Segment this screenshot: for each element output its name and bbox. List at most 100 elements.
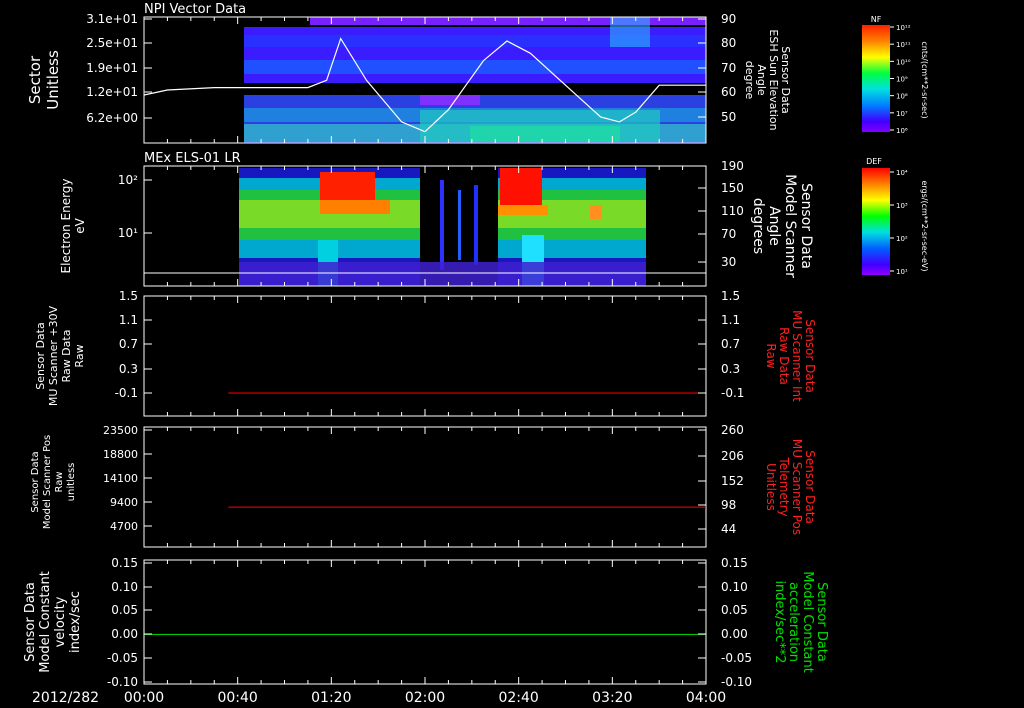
panel3-right-tick-label: 1.1	[721, 313, 740, 327]
panel1-left-tick-label: 2.5e+01	[86, 36, 138, 50]
panel3-left-tick-label: 0.3	[119, 362, 138, 376]
panel3-time-ticks	[143, 296, 707, 416]
panel4-ylabel-2: Model Scanner Pos	[42, 435, 53, 529]
panel4-ylabel-4: unitless	[66, 463, 77, 502]
panel2-right-label-4: degrees	[750, 198, 766, 254]
defticks-tick-label: 10⁴	[896, 169, 908, 177]
panel2-right-tick-label: 190	[721, 159, 744, 173]
panel1-right-tick-label: 70	[721, 61, 736, 75]
panel3-right-tick-label: -0.1	[721, 386, 744, 400]
time-axis-label: 01:20	[311, 690, 351, 706]
panel4-left-tick-label: 23500	[103, 424, 138, 437]
nf-colorbar-unit: cnts/(cm**2-sr-sec)	[920, 41, 929, 118]
panel1-right-tick-label: 50	[721, 110, 736, 124]
panel5-right-tick-label: -0.05	[721, 651, 752, 665]
panel1-ylabel-1: Sector	[26, 55, 44, 104]
panel5-time-ticks	[143, 560, 707, 684]
panel3-ylabel-4: Raw	[73, 344, 86, 367]
panel2-right-ticks: 190 150 110 70 30	[698, 159, 744, 269]
panel5-frame	[143, 559, 707, 685]
panel5-right-tick-label: 0.10	[721, 580, 748, 594]
panel4-ylabel-3: Raw	[54, 471, 65, 492]
panel2-heat-orange-1	[320, 200, 390, 214]
panel2-heat-orange-3	[590, 205, 602, 219]
panel5-left-tick-label: 0.05	[111, 603, 138, 617]
plot-canvas: NPI Vector Data 3.1e+01 2.5e+01 1.9e+01 1.2…	[23, 2, 929, 706]
panel5-right-label-1: Sensor Data	[814, 582, 829, 662]
panel5-ylabel-1: Sensor Data	[23, 582, 38, 662]
panel3-frame	[143, 295, 707, 417]
nfticks-tick-label: 10⁹	[896, 76, 908, 84]
panel3-left-tick-label: 0.7	[119, 337, 138, 351]
panel1-heat-gap	[244, 83, 706, 93]
panel5-ylabel-4: index/sec	[68, 591, 83, 653]
panel1-heat-teal-top	[610, 17, 650, 47]
panel1-left-tick-label: 1.2e+01	[86, 85, 138, 99]
panel2-right-tick-label: 30	[721, 255, 736, 269]
panel4-right-label-1: Sensor Data	[803, 450, 817, 524]
panel2-right-tick-label: 110	[721, 204, 744, 218]
nfticks-tick-label: 10⁸	[896, 93, 908, 101]
panel1-right-tick-label: 60	[721, 85, 736, 99]
panel-els: MEx ELS-01 LR 10² 10¹ 190 150 110 70 30 Elect…	[59, 151, 814, 287]
panel5-left-tick-label: -0.10	[107, 675, 138, 689]
nfticks-tick-label: 10¹⁰	[896, 58, 911, 66]
panel2-heat-orange-2	[498, 205, 548, 215]
panel5-ylabel-2: Model Constant	[38, 571, 53, 673]
panel4-right-tick-label: 98	[721, 498, 736, 512]
nfticks-tick-label: 10⁷	[896, 110, 908, 118]
panel4-left-tick-label: 18800	[103, 448, 138, 461]
panel-npi: NPI Vector Data 3.1e+01 2.5e+01 1.9e+01 1.2…	[26, 2, 792, 144]
panel4-left-ticks: 23500 18800 14100 9400 4700	[103, 424, 152, 533]
panel2-ylabel-1: Electron Energy	[59, 178, 73, 273]
panel-mu-voltage: 1.5 1.1 0.7 0.3 -0.1 1.5 1.1 0.7 0.3 -0.1 Sensor…	[34, 289, 817, 417]
panel3-right-tick-label: 0.3	[721, 362, 740, 376]
panel-scanner-pos: 23500 18800 14100 9400 4700 260 206 152 98 44 Se…	[30, 423, 817, 548]
panel5-right-tick-label: -0.10	[721, 675, 752, 689]
panel5-right-tick-label: 0.05	[721, 603, 748, 617]
panel5-right-tick-label: 0.15	[721, 556, 748, 570]
defticks-tick-label: 10²	[896, 235, 908, 243]
panel4-ylabel-1: Sensor Data	[30, 451, 41, 512]
panel3-left-tick-label: 1.5	[119, 289, 138, 303]
panel2-title: MEx ELS-01 LR	[144, 151, 241, 166]
panel1-left-tick-label: 3.1e+01	[86, 12, 138, 26]
panel2-left-tick-label: 10¹	[118, 226, 138, 240]
panel2-right-label-2: Model Scanner	[782, 174, 798, 278]
def-colorbar-ticks: 10⁴ 10³ 10² 10¹	[890, 169, 908, 276]
panel3-right-label-1: Sensor Data	[803, 319, 817, 393]
panel4-right-label-3: Telemetry	[777, 456, 791, 516]
nf-colorbar-gradient	[862, 25, 890, 132]
panel1-title: NPI Vector Data	[144, 2, 246, 17]
time-axis-labels: 00:00 00:40 01:20 02:00 02:40 03:20 04:00	[124, 690, 726, 706]
nf-colorbar-ticks: 10¹² 10¹¹ 10¹⁰ 10⁹ 10⁸ 10⁷ 10⁶	[890, 24, 911, 135]
panel4-right-label-4: Unitless	[764, 463, 778, 511]
panel2-heat-purple-bottom	[239, 262, 646, 286]
panel4-frame	[143, 426, 707, 548]
panel3-ylabel-3: Raw Data	[60, 330, 73, 383]
panel1-heat-purple-lower	[420, 95, 480, 105]
panel5-right-label-3: acceleration	[786, 582, 801, 662]
panel2-right-label-3: Angle	[766, 206, 782, 246]
panel5-left-ticks: 0.15 0.10 0.05 0.00 -0.05 -0.10	[107, 556, 152, 689]
defticks-tick-label: 10¹	[896, 268, 908, 276]
panel4-right-tick-label: 260	[721, 423, 744, 437]
panel2-heat-gap-streak3	[474, 185, 478, 265]
panel5-right-tick-label: 0.00	[721, 627, 748, 641]
panel4-right-tick-label: 44	[721, 522, 736, 536]
nfticks-tick-label: 10¹¹	[896, 41, 911, 49]
panel1-left-tick-label: 6.2e+00	[86, 111, 138, 125]
panel3-left-tick-label: 1.1	[119, 313, 138, 327]
panel3-right-tick-label: 0.7	[721, 337, 740, 351]
def-colorbar-title: DEF	[866, 157, 882, 166]
panel4-right-label-2: MU Scanner Pos	[790, 439, 804, 535]
panel1-left-ticks: 3.1e+01 2.5e+01 1.9e+01 1.2e+01 6.2e+00	[86, 12, 152, 125]
panel2-right-label-1: Sensor Data	[798, 183, 814, 269]
panel3-right-label-2: MU Scanner Int	[790, 310, 804, 402]
panel3-left-ticks: 1.5 1.1 0.7 0.3 -0.1	[115, 289, 152, 400]
panel2-right-tick-label: 70	[721, 227, 736, 241]
time-axis-label: 00:00	[124, 690, 164, 706]
panel2-left-tick-label: 10²	[118, 173, 138, 187]
panel2-right-tick-label: 150	[721, 181, 744, 195]
panel4-right-ticks: 260 206 152 98 44	[698, 423, 744, 536]
